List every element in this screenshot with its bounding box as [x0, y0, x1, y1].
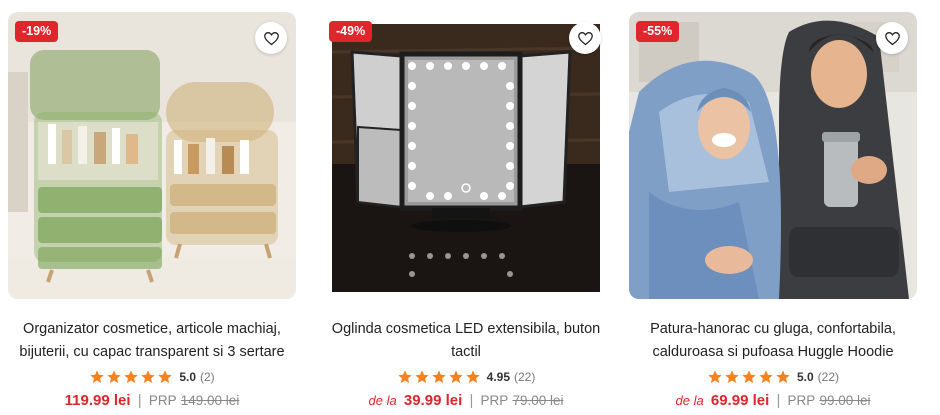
- star-icon: [397, 370, 412, 383]
- price-row: de la 69.99 lei | PRP 99.00 lei: [629, 392, 917, 409]
- product-title-line: bijuterii, cu capac transparent si 3 ser…: [19, 344, 285, 360]
- product-title[interactable]: Oglinda cosmetica LED extensibila, buton…: [322, 318, 610, 364]
- star-icon: [141, 370, 155, 383]
- star-icon: [725, 370, 739, 383]
- star-icon: [124, 370, 138, 383]
- current-price: 119.99 lei: [64, 392, 131, 409]
- favorite-button[interactable]: [255, 22, 287, 54]
- price-prefix: de la: [675, 393, 704, 408]
- prp-label: PRP: [480, 393, 509, 408]
- product-title-line: tactil: [451, 344, 481, 360]
- old-price: 99.00 lei: [819, 393, 871, 408]
- prp-label: PRP: [148, 393, 177, 408]
- cosmetic-organizer-image: [8, 12, 296, 299]
- review-count[interactable]: (2): [200, 370, 215, 384]
- current-price: 39.99 lei: [403, 392, 463, 409]
- review-count[interactable]: (22): [514, 370, 535, 384]
- product-title-line: Patura-hanorac cu gluga, confortabila,: [650, 321, 896, 337]
- hoodie-blanket-image: [629, 12, 917, 299]
- product-card[interactable]: -49% Oglinda cosmetica LED extensibila, …: [314, 0, 620, 415]
- product-title-line: Oglinda cosmetica LED extensibila, buton: [331, 321, 601, 337]
- heart-icon: [263, 31, 279, 45]
- old-price: 149.00 lei: [180, 393, 240, 408]
- product-rating: 5.0 (2): [8, 369, 296, 385]
- rating-score: 5.0: [796, 370, 814, 384]
- product-title[interactable]: Patura-hanorac cu gluga, confortabila, c…: [629, 318, 917, 364]
- star-icon: [158, 370, 172, 383]
- product-image[interactable]: -49%: [322, 12, 610, 299]
- favorite-button[interactable]: [876, 22, 908, 54]
- star-icon: [448, 370, 463, 383]
- price-row: 119.99 lei | PRP 149.00 lei: [8, 392, 296, 409]
- price-separator: |: [469, 392, 474, 409]
- product-image[interactable]: -55%: [629, 12, 917, 299]
- rating-score: 4.95: [486, 370, 510, 384]
- product-title[interactable]: Organizator cosmetice, articole machiaj,…: [8, 318, 296, 364]
- review-count[interactable]: (22): [818, 370, 839, 384]
- star-rating: [707, 369, 791, 385]
- led-mirror-image: [322, 12, 610, 299]
- star-icon: [742, 370, 756, 383]
- product-rating: 4.95 (22): [322, 369, 610, 385]
- product-image[interactable]: -19%: [8, 12, 296, 299]
- star-icon: [90, 370, 104, 383]
- price-separator: |: [776, 392, 781, 409]
- product-grid: -19% Organizator cosmetice, articole mac…: [0, 0, 940, 415]
- product-rating: 5.0 (22): [629, 369, 917, 385]
- product-card[interactable]: -55% Patura-hanorac cu gluga, confortabi…: [621, 0, 927, 415]
- star-icon: [465, 370, 480, 383]
- old-price: 79.00 lei: [512, 393, 564, 408]
- current-price: 69.99 lei: [710, 392, 770, 409]
- star-icon: [431, 370, 446, 383]
- star-icon: [759, 370, 773, 383]
- discount-badge: -49%: [329, 21, 373, 42]
- star-rating: [397, 369, 481, 385]
- prp-label: PRP: [787, 393, 816, 408]
- favorite-button[interactable]: [569, 22, 601, 54]
- star-icon: [107, 370, 121, 383]
- rating-score: 5.0: [179, 370, 196, 384]
- price-separator: |: [137, 392, 142, 409]
- price-row: de la 39.99 lei | PRP 79.00 lei: [322, 392, 610, 409]
- product-title-line: calduroasa si pufoasa Huggle Hoodie: [652, 344, 894, 360]
- product-card[interactable]: -19% Organizator cosmetice, articole mac…: [0, 0, 306, 415]
- discount-badge: -19%: [15, 21, 59, 42]
- product-title-line: Organizator cosmetice, articole machiaj,: [23, 321, 281, 337]
- discount-badge: -55%: [636, 21, 680, 42]
- heart-icon: [884, 31, 900, 45]
- star-icon: [776, 370, 790, 383]
- price-prefix: de la: [368, 393, 397, 408]
- star-icon: [414, 370, 429, 383]
- star-rating: [89, 369, 173, 385]
- star-icon: [708, 370, 722, 383]
- heart-icon: [577, 31, 593, 45]
